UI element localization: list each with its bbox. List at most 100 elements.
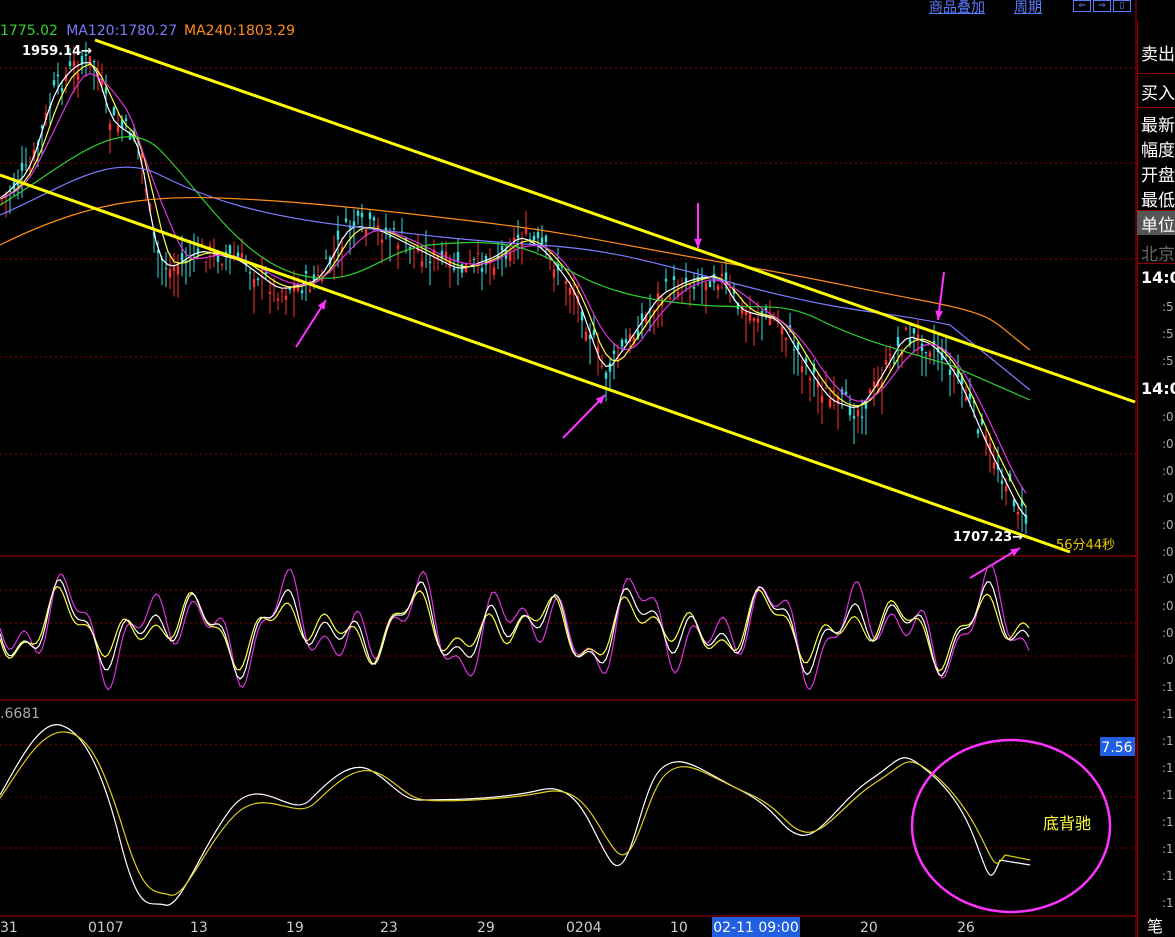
candle-body [196,248,200,255]
macd-bar [62,772,64,797]
side-tick: :0 [1162,599,1174,613]
macd-bar [347,757,349,797]
candle-body [480,268,484,272]
macd-bar [851,769,853,797]
macd-bar [506,797,508,824]
macd-bar [692,797,694,817]
macd-bar [779,794,781,797]
macd-bar [407,797,409,817]
macd-bar [386,797,388,798]
nav-right-button[interactable]: ⇒ [1093,0,1111,12]
macd-bar [860,763,862,797]
macd-bar [497,797,499,827]
macd-bar [770,797,772,801]
macd-bar [908,797,910,807]
side-tick: :1 [1162,842,1174,856]
macd-bar [164,797,166,821]
x-axis-label: 13 [190,920,208,936]
macd-bar [128,782,130,797]
side-tick: :0 [1162,518,1174,532]
candle-body [888,354,892,356]
unit-label: 单位 [1137,211,1175,236]
ma5-line [0,62,1027,518]
macd-bar [44,764,46,797]
candle-body [476,252,480,255]
candle-body [388,236,392,238]
macd-bar [764,797,766,806]
macd-bar [65,774,67,797]
macd-bar [50,766,52,797]
candle-body [948,369,952,375]
candle-body [624,339,628,344]
macd-bar [668,790,670,797]
macd-bar [176,797,178,833]
side-tick: :0 [1162,653,1174,667]
macd-bar [569,761,571,797]
price-chart: 1959.14→ 1707.23→ 56分44秒 1775.02 MA120:1780.… [0,0,1137,937]
x-axis-label: 10 [670,920,688,936]
candle-body [172,267,176,271]
macd-bar [911,797,913,804]
macd-bar [1013,797,1015,803]
macd-bar [98,781,100,797]
macd-bar [617,783,619,797]
candle-body [168,269,172,278]
macd-bar [566,761,568,797]
macd-bar [83,781,85,797]
macd-bar [932,797,934,814]
candle-body [848,407,852,416]
macd-bar [659,785,661,797]
candle-body [228,245,232,254]
macd-bar [527,797,529,803]
nav-full-button[interactable]: ▯ [1113,0,1131,12]
ma-legend-item: 1775.02 [0,23,58,39]
candle-body [928,352,932,357]
macd-bar [38,763,40,797]
channel-lower-line [0,173,1071,554]
buy-label[interactable]: 买入 [1141,79,1175,104]
macd-bar [842,777,844,797]
macd-bar [824,787,826,797]
macd-bar [557,766,559,797]
macd-bar [674,795,676,797]
macd-bar [848,772,850,797]
macd-bar [362,767,364,797]
period-link[interactable]: 周期 [1014,0,1042,17]
macd-bar [515,797,517,817]
macd-bar [635,784,637,797]
macd-bar [143,794,145,797]
macd-label: .6681 [0,706,40,722]
candle-body [60,88,64,92]
macd-bar [377,786,379,797]
field-latest: 最新 [1141,116,1175,136]
candle-body [108,123,112,131]
side-tick: :0 [1162,410,1174,424]
candle-body [124,118,128,122]
macd-bar [998,797,1000,815]
macd-bar [599,774,601,797]
candle-body [316,274,320,276]
overlay-link[interactable]: 商品叠加 [929,0,985,17]
candle-body [372,217,376,221]
macd-bar [80,780,82,797]
macd-bar [545,777,547,797]
macd-bar [773,797,775,798]
sell-label[interactable]: 卖出 [1141,40,1175,65]
macd-bar [311,776,313,797]
x-axis-label: 0107 [88,920,124,936]
candle-body [856,410,860,417]
candle-body [468,260,472,262]
nav-left-button[interactable]: ⇐ [1073,0,1091,12]
osc-j-line [0,564,1030,691]
macd-bar [956,797,958,820]
macd-bar [350,758,352,797]
candle-body [1016,511,1020,515]
macd-bar [491,797,493,827]
candle-body [20,162,24,171]
macd-bar [572,761,574,797]
macd-bar [902,778,904,797]
x-axis-label: 26 [957,920,975,936]
macd-bar [77,779,79,797]
macd-bar [983,797,985,814]
macd-bar [179,797,181,835]
